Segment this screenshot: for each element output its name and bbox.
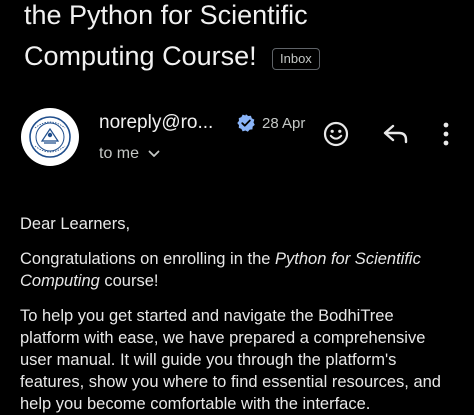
paragraph-line: help you become comfortable with the int… — [20, 395, 371, 413]
email-greeting: Dear Learners, — [20, 215, 131, 233]
paragraph-text: course! — [99, 272, 159, 290]
email-subject-line-2: Computing Course! — [24, 41, 257, 71]
email-paragraph-congratulations: Congratulations on enrolling in the Pyth… — [20, 248, 464, 292]
email-paragraph-manual: To help you get started and navigate the… — [20, 305, 464, 415]
institute-seal-logo — [23, 110, 77, 164]
chevron-down-icon — [148, 150, 160, 157]
course-name-italic: Python for Scientific — [275, 250, 421, 268]
more-vert-icon[interactable] — [438, 120, 454, 148]
paragraph-line: Computing course! — [20, 270, 464, 292]
paragraph-text: Congratulations on enrolling in the — [20, 250, 276, 268]
verified-check-icon — [237, 114, 255, 132]
course-name-italic: Computing — [20, 272, 100, 290]
paragraph-line: user manual. It will guide you through t… — [20, 351, 397, 369]
paragraph-line: platform with ease, we have prepared a c… — [20, 329, 426, 347]
email-date: 28 Apr — [262, 115, 306, 132]
reply-icon[interactable] — [382, 122, 410, 146]
sender-avatar[interactable] — [21, 108, 79, 166]
paragraph-line: To help you get started and navigate the… — [20, 307, 394, 325]
email-subject-line-1: the Python for Scientific — [24, 0, 308, 30]
emoji-smile-icon[interactable] — [322, 120, 350, 148]
recipient-label: to me — [99, 145, 140, 162]
paragraph-line: features, show you where to find essenti… — [20, 373, 441, 391]
inbox-label-badge[interactable]: Inbox — [272, 48, 320, 70]
sender-address[interactable]: noreply@ro... — [99, 112, 213, 134]
recipient-details-toggle[interactable]: to me — [99, 145, 161, 163]
paragraph-line: Congratulations on enrolling in the Pyth… — [20, 248, 464, 270]
